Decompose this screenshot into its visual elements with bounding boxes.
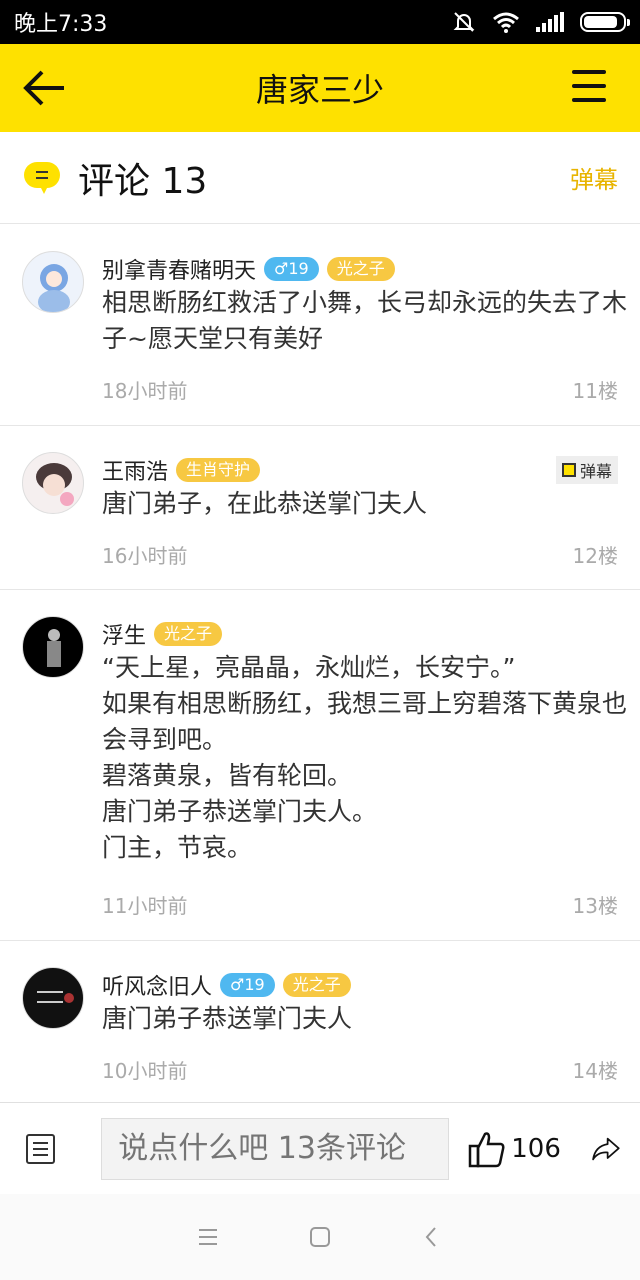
floor-number: 12楼 xyxy=(572,544,618,568)
comment-input[interactable] xyxy=(101,1117,450,1180)
comment-content: 相思断肠红救活了小舞，长弓却永远的失去了木子~愿天堂只有美好 xyxy=(102,288,628,353)
share-icon[interactable] xyxy=(591,1131,620,1167)
username[interactable]: 听风念旧人 xyxy=(102,969,212,1001)
title-badge: 光之子 xyxy=(282,973,351,997)
comment-content: “天上星，亮晶晶，永灿烂，长安宁。” 如果有相思断肠红，我想三哥上穷碧落下黄泉也… xyxy=(102,653,628,862)
floor-number: 11楼 xyxy=(572,379,618,403)
username[interactable]: 王雨浩 xyxy=(102,454,168,486)
gender-age-badge: ♂19 xyxy=(264,257,319,281)
avatar[interactable] xyxy=(22,616,84,678)
comment-content: 唐门弟子，在此恭送掌门夫人 xyxy=(102,489,428,518)
back-nav-icon[interactable] xyxy=(421,1226,443,1248)
back-arrow-icon[interactable] xyxy=(20,66,68,110)
avatar[interactable] xyxy=(22,452,84,514)
like-count: 106 xyxy=(511,1133,561,1164)
comment-count-heading: 评论 13 xyxy=(78,160,208,202)
comment-item: 浮生 光之子 “天上星，亮晶晶，永灿烂，长安宁。” 如果有相思断肠红，我想三哥上… xyxy=(0,590,640,941)
avatar[interactable] xyxy=(22,251,84,313)
floor-number: 14楼 xyxy=(572,1059,618,1083)
comment-content: 唐门弟子恭送掌门夫人 xyxy=(102,1004,353,1033)
status-bar: 晚上7:33 xyxy=(0,0,640,44)
wifi-icon xyxy=(493,12,519,33)
username[interactable]: 浮生 xyxy=(102,618,146,650)
comment-item: 王雨浩 生肖守护 弹幕 唐门弟子，在此恭送掌门夫人 16小时前 12楼 xyxy=(0,426,640,590)
danmu-doc-icon xyxy=(561,463,576,477)
app-bar: 唐家三少 xyxy=(0,44,640,132)
comment-time: 16小时前 xyxy=(102,544,188,568)
gender-age-badge: ♂19 xyxy=(220,973,275,997)
username[interactable]: 别拿青春赌明天 xyxy=(102,253,256,285)
home-nav-icon[interactable] xyxy=(309,1226,331,1248)
comment-time: 18小时前 xyxy=(102,379,188,403)
comment-list-icon[interactable] xyxy=(26,1133,56,1164)
menu-nav-icon[interactable] xyxy=(197,1226,219,1248)
thumbs-up-icon xyxy=(469,1131,505,1167)
comment-item: 别拿青春赌明天 ♂19 光之子 相思断肠红救活了小舞，长弓却永远的失去了木子~愿… xyxy=(0,225,640,426)
comment-item: 听风念旧人 ♂19 光之子 唐门弟子恭送掌门夫人 10小时前 14楼 xyxy=(0,941,640,1102)
title-badge: 生肖守护 xyxy=(176,458,261,482)
menu-icon[interactable] xyxy=(572,70,606,106)
title-badge: 光之子 xyxy=(326,257,395,281)
danmu-button[interactable]: 弹幕 xyxy=(570,160,618,195)
comment-time: 11小时前 xyxy=(102,894,188,918)
comment-time: 10小时前 xyxy=(102,1059,188,1083)
comment-header: 评论 13 弹幕 xyxy=(0,132,640,224)
system-nav-bar xyxy=(0,1194,640,1280)
danmu-chip[interactable]: 弹幕 xyxy=(555,456,618,484)
page-title: 唐家三少 xyxy=(255,71,384,109)
floor-number: 13楼 xyxy=(572,894,618,918)
comment-bubble-icon xyxy=(24,161,60,194)
mute-bell-icon xyxy=(453,12,475,32)
like-button[interactable]: 106 xyxy=(467,1129,561,1169)
title-badge: 光之子 xyxy=(154,622,223,646)
bottom-action-bar: 106 xyxy=(0,1102,640,1194)
status-time: 晚上7:33 xyxy=(14,12,108,37)
battery-icon xyxy=(580,12,630,32)
signal-icon xyxy=(536,12,564,32)
avatar[interactable] xyxy=(22,967,84,1029)
